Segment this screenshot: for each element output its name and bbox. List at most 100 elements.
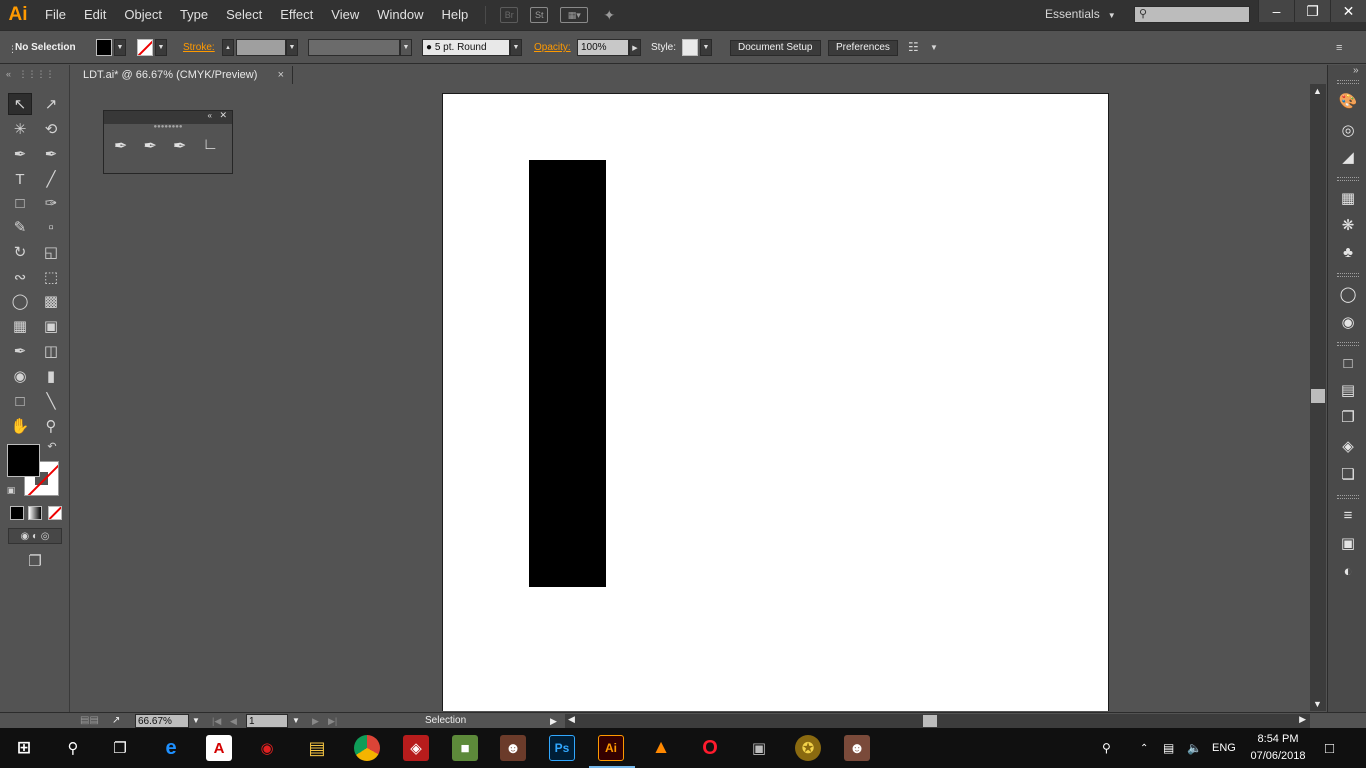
- bridge-button[interactable]: Br: [500, 7, 519, 23]
- photoshop-icon[interactable]: Ps: [549, 735, 575, 761]
- export-icon[interactable]: ↗: [112, 714, 120, 728]
- curvature-tool-icon[interactable]: ✒: [39, 143, 63, 165]
- task-view-icon[interactable]: ❐: [107, 735, 133, 761]
- scroll-down-icon[interactable]: ▼: [1313, 699, 1322, 709]
- menu-edit[interactable]: Edit: [75, 0, 115, 30]
- creative-cloud-libraries-icon[interactable]: ◯: [1338, 285, 1358, 303]
- game-character-icon[interactable]: ☻: [844, 735, 870, 761]
- arrange-documents-icon[interactable]: ▦▾: [560, 7, 589, 23]
- document-tab[interactable]: LDT.ai* @ 66.67% (CMYK/Preview) ×: [75, 66, 293, 84]
- vertical-scrollbar[interactable]: ▲ ▼: [1310, 84, 1326, 711]
- eraser-tool-icon[interactable]: ▫: [39, 216, 63, 238]
- chrome-icon[interactable]: [354, 735, 380, 761]
- artboards-icon[interactable]: ❏: [1338, 465, 1358, 483]
- canvas[interactable]: [75, 84, 1311, 711]
- scale-tool-icon[interactable]: ◱: [39, 241, 63, 263]
- scroll-up-icon[interactable]: ▲: [1313, 86, 1322, 96]
- pen-panel-header[interactable]: « ✕: [104, 110, 232, 124]
- close-tab-icon[interactable]: ×: [278, 66, 284, 84]
- drawing-modes-icon[interactable]: ◉ ◐ ◎: [8, 528, 62, 544]
- stroke-dropdown[interactable]: ▼: [155, 39, 167, 56]
- menu-select[interactable]: Select: [217, 0, 271, 30]
- close-window-button[interactable]: ✕: [1330, 0, 1366, 22]
- workspace-switcher[interactable]: Essentials ▼: [1045, 7, 1116, 21]
- horizontal-scroll-thumb[interactable]: [923, 715, 937, 727]
- direct-selection-tool-icon[interactable]: ↗: [39, 93, 63, 115]
- rectangle-tool-icon[interactable]: □: [8, 192, 32, 214]
- control-panel-menu-icon[interactable]: ≡: [1336, 40, 1342, 56]
- eyedropper-tool-icon[interactable]: ✒: [8, 340, 32, 362]
- first-artboard-icon[interactable]: |◀: [212, 714, 221, 728]
- color-mode-icon[interactable]: [10, 506, 24, 520]
- delete-anchor-point-tool-icon[interactable]: ✒: [173, 136, 203, 156]
- menu-window[interactable]: Window: [368, 0, 432, 30]
- game-gold-icon[interactable]: ✪: [795, 735, 821, 761]
- scroll-left-icon[interactable]: ◀: [568, 714, 575, 725]
- minimize-button[interactable]: –: [1258, 0, 1294, 22]
- none-mode-icon[interactable]: [48, 506, 62, 520]
- close-panel-icon[interactable]: ✕: [219, 110, 227, 121]
- variable-width-profile[interactable]: [308, 39, 400, 56]
- opera-icon[interactable]: O: [697, 735, 723, 761]
- anchor-point-tool-icon[interactable]: ∟: [203, 136, 233, 156]
- selection-tool-icon[interactable]: ↖: [8, 93, 32, 115]
- file-explorer-icon[interactable]: ▤: [304, 735, 330, 761]
- transparency-icon[interactable]: ◐: [1338, 562, 1358, 580]
- menu-object[interactable]: Object: [115, 0, 171, 30]
- swap-fill-stroke-icon[interactable]: ↶: [44, 439, 60, 453]
- symbols-icon[interactable]: ♣: [1338, 243, 1358, 261]
- screen-mode-icon[interactable]: ❐: [22, 552, 48, 570]
- perspective-grid-tool-icon[interactable]: ▩: [39, 290, 63, 312]
- vertical-scroll-thumb[interactable]: [1311, 389, 1325, 403]
- stroke-label[interactable]: Stroke:: [183, 40, 215, 56]
- vlc-icon[interactable]: ▲: [648, 735, 674, 761]
- blend-tool-icon[interactable]: ◫: [39, 340, 63, 362]
- menu-type[interactable]: Type: [171, 0, 217, 30]
- mesh-tool-icon[interactable]: ▦: [8, 315, 32, 337]
- fill-dropdown[interactable]: ▼: [114, 39, 126, 56]
- collapse-panel-icon[interactable]: «: [208, 111, 212, 120]
- windows-start-icon[interactable]: ⊞: [11, 735, 37, 761]
- share-icon[interactable]: ▤▤: [80, 714, 99, 728]
- dota2-icon[interactable]: ◈: [403, 735, 429, 761]
- color-panel-icon[interactable]: 🎨: [1338, 92, 1358, 110]
- zoom-field[interactable]: 66.67%: [135, 714, 189, 728]
- status-menu-icon[interactable]: ▶: [550, 714, 557, 728]
- opacity-flyout[interactable]: ▶: [629, 39, 641, 56]
- people-icon[interactable]: ⚲: [1102, 728, 1111, 768]
- artboard[interactable]: [442, 93, 1109, 711]
- stock-button[interactable]: St: [530, 7, 549, 23]
- search-input[interactable]: ⚲: [1134, 6, 1250, 23]
- magic-wand-tool-icon[interactable]: ✳: [8, 118, 32, 140]
- pen-panel-grip[interactable]: ●●●●●●●●: [104, 124, 232, 131]
- layers-icon[interactable]: ◈: [1338, 437, 1358, 455]
- brush-dropdown[interactable]: ▼: [510, 39, 522, 56]
- volume-icon[interactable]: 🔈: [1187, 728, 1202, 768]
- pen-tool-icon[interactable]: ✒: [8, 143, 32, 165]
- edge-icon[interactable]: e: [158, 735, 184, 761]
- hand-tool-icon[interactable]: ✋: [8, 415, 32, 437]
- add-anchor-point-tool-icon[interactable]: ✒: [144, 136, 174, 156]
- gradient-tool-icon[interactable]: ▣: [39, 315, 63, 337]
- screen-recorder-icon[interactable]: ◉: [254, 735, 280, 761]
- preferences-button[interactable]: Preferences: [828, 40, 898, 56]
- free-transform-tool-icon[interactable]: ⬚: [39, 266, 63, 288]
- game-tank-icon[interactable]: ▣: [746, 735, 772, 761]
- line-segment-tool-icon[interactable]: ╱: [39, 168, 63, 190]
- menu-help[interactable]: Help: [432, 0, 477, 30]
- fill-swatch[interactable]: [96, 39, 112, 56]
- width-tool-icon[interactable]: ∾: [8, 266, 32, 288]
- pen-tool-icon[interactable]: ✒: [114, 136, 144, 156]
- opacity-field[interactable]: 100%: [577, 39, 629, 56]
- default-fill-stroke-icon[interactable]: ▣: [4, 483, 18, 497]
- search-icon[interactable]: ⚲: [60, 735, 86, 761]
- chevron-down-icon[interactable]: ▼: [930, 40, 938, 56]
- restore-button[interactable]: ❐: [1294, 0, 1330, 22]
- brush-definition-field[interactable]: ● 5 pt. Round: [422, 39, 510, 56]
- stroke-weight-icon[interactable]: ≡: [1338, 506, 1358, 524]
- color-guide-icon[interactable]: ◎: [1338, 121, 1358, 139]
- gradient-mode-icon[interactable]: [28, 506, 42, 520]
- type-tool-icon[interactable]: T: [8, 168, 32, 190]
- menu-effect[interactable]: Effect: [271, 0, 322, 30]
- menu-file[interactable]: File: [36, 0, 75, 30]
